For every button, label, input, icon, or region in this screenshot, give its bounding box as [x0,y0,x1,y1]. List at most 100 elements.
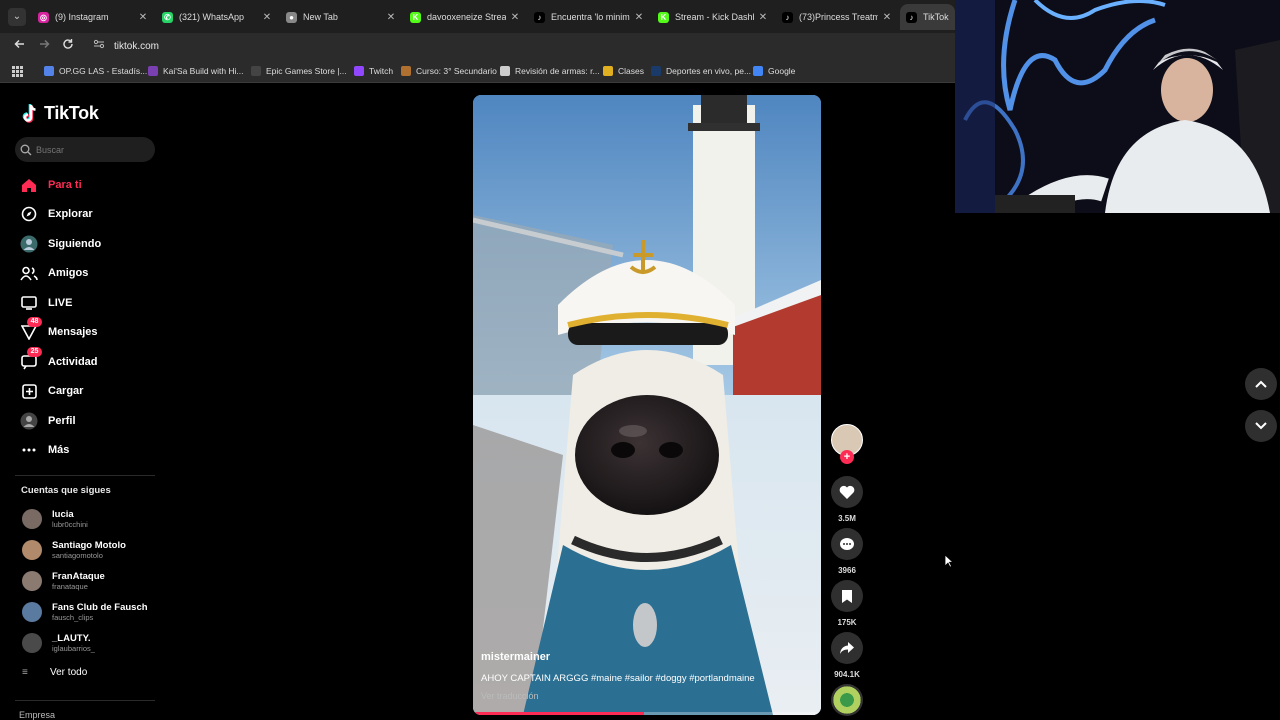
close-tab-icon[interactable]: ✕ [262,12,272,23]
bookmark-item[interactable]: Deportes en vivo, pe... [651,64,751,78]
browser-tab[interactable]: ♪ TikTok - Ma [900,4,955,30]
apps-icon[interactable] [12,64,23,78]
follow-plus-icon[interactable]: + [840,450,854,464]
bookmark-favicon-icon [401,66,411,76]
sidebar-item-label: Explorar [48,208,93,220]
followed-account[interactable]: lucia lubr0cchini [22,507,88,531]
tab-title: (321) WhatsApp [179,12,245,22]
compass-icon [20,205,38,223]
browser-tab[interactable]: Kdavooxeneize Stream ✕ [404,4,526,30]
video-author[interactable]: mistermainer [481,651,550,663]
tiktok-note-icon [22,103,40,124]
followed-account[interactable]: Santiago Motolo santiagomotolo [22,538,126,562]
tab-title: TikTok - Ma [923,12,949,22]
bookmark-item[interactable]: Clases [603,64,644,78]
browser-tab[interactable]: K Stream - Kick Dashbo ✕ [652,4,774,30]
video-progress-bar[interactable] [473,712,821,715]
address-bar[interactable]: tiktok.com [86,36,946,56]
reload-button[interactable] [60,38,76,54]
tab-search-button[interactable]: ⌄ [8,8,26,26]
sidebar-item-live[interactable]: LIVE [20,292,72,314]
share-button[interactable]: 904.1K [831,632,863,679]
account-username: franataque [52,581,88,591]
see-all-button[interactable]: ≡ Ver todo [22,667,87,678]
chevron-down-icon [1255,422,1267,430]
see-all-label: Ver todo [50,667,88,678]
bookmark-label: Kai'Sa Build with Hi... [163,66,244,76]
account-name: FranAtaque [52,570,105,582]
bookmark-item[interactable]: Epic Games Store |... [251,64,347,78]
bookmark-item[interactable]: Curso: 3° Secundario [401,64,497,78]
search-input[interactable] [36,144,146,155]
bookmark-favicon-icon [753,66,763,76]
like-button[interactable]: 3.5M [831,476,863,523]
close-tab-icon[interactable]: ✕ [386,12,396,23]
close-tab-icon[interactable]: ✕ [138,12,148,23]
tiktok-icon: ♪ [782,11,793,23]
sidebar-item-actividad[interactable]: 25 Actividad [20,347,98,373]
site-settings-icon[interactable] [92,39,106,53]
see-translation-link[interactable]: Ver traducción [481,691,539,701]
browser-tab[interactable]: ● New Tab ✕ [280,4,402,30]
sidebar-item-label: Para ti [48,179,82,191]
creator-avatar-button[interactable]: + [831,424,863,464]
sidebar-item-explorar[interactable]: Explorar [20,203,93,225]
webcam-image [955,0,1280,213]
sidebar-item-label: Amigos [48,267,89,279]
video-caption: AHOY CAPTAIN ARGGG #maine #sailor #doggy… [481,673,755,684]
sidebar-item-amigos[interactable]: Amigos [20,262,88,284]
sidebar-item-m-s[interactable]: Más [20,439,69,461]
bookmark-item[interactable]: Kai'Sa Build with Hi... [148,64,244,78]
avatar [22,602,42,622]
browser-tab[interactable]: ♪ Encuentra 'lo minimo ✕ [528,4,650,30]
sidebar-item-perfil[interactable]: Perfil [20,410,76,432]
avatar [22,633,42,653]
browser-tab[interactable]: ✆ (321) WhatsApp ✕ [156,4,278,30]
comment-button[interactable]: 3966 [831,528,863,575]
close-tab-icon[interactable]: ✕ [634,12,644,23]
followed-account[interactable]: FranAtaque franataque [22,569,105,593]
bookmark-label: Google [768,66,796,76]
whatsapp-icon: ✆ [162,11,173,23]
sidebar-item-siguiendo[interactable]: Siguiendo [20,233,101,255]
comment-icon [840,537,854,550]
bookmark-button[interactable]: 175K [831,580,863,627]
home-icon [20,176,38,194]
close-tab-icon[interactable]: ✕ [882,12,892,23]
account-name: lucia [52,508,74,520]
search-box[interactable] [15,137,155,162]
video-player[interactable]: mistermainer AHOY CAPTAIN ARGGG #maine #… [473,95,821,715]
activity-icon: 25 [20,347,42,371]
following-icon [20,235,38,253]
sidebar-item-cargar[interactable]: Cargar [20,380,83,402]
forward-button[interactable] [36,38,52,54]
kick-icon: K [410,11,421,23]
next-video-button[interactable] [1245,410,1277,442]
bookmark-item[interactable]: OP.GG LAS - Estadís... [44,64,147,78]
previous-video-button[interactable] [1245,368,1277,400]
search-icon [20,144,32,155]
bookmark-item[interactable]: Google [753,64,795,78]
back-button[interactable] [12,38,28,54]
close-tab-icon[interactable]: ✕ [510,12,520,23]
close-tab-icon[interactable]: ✕ [758,12,768,23]
browser-tab[interactable]: ♪ (73)Princess Treatme ✕ [776,4,898,30]
sound-disc-button[interactable] [831,684,863,716]
avatar [22,571,42,591]
followed-account[interactable]: Fans Club de Fausch fausch_clips [22,600,148,624]
comment-count: 3966 [838,566,856,575]
company-link[interactable]: Empresa [19,710,55,720]
sidebar-item-para-ti[interactable]: Para ti [20,174,82,196]
account-username: lubr0cchini [52,519,88,529]
bookmark-item[interactable]: Revisión de armas: r... [500,64,600,78]
browser-tab[interactable]: ◎ (9) Instagram ✕ [32,4,154,30]
live-icon [20,294,38,312]
sidebar-item-mensajes[interactable]: 48 Mensajes [20,317,98,343]
bookmark-item[interactable]: Twitch [354,64,393,78]
followed-account[interactable]: _LAUTY. iglaubarrios_ [22,631,95,655]
account-username: fausch_clips [52,612,94,622]
tiktok-logo[interactable]: TikTok [22,103,99,124]
bookmark-favicon-icon [651,66,661,76]
messages-icon: 48 [20,317,42,341]
avatar [22,540,42,560]
